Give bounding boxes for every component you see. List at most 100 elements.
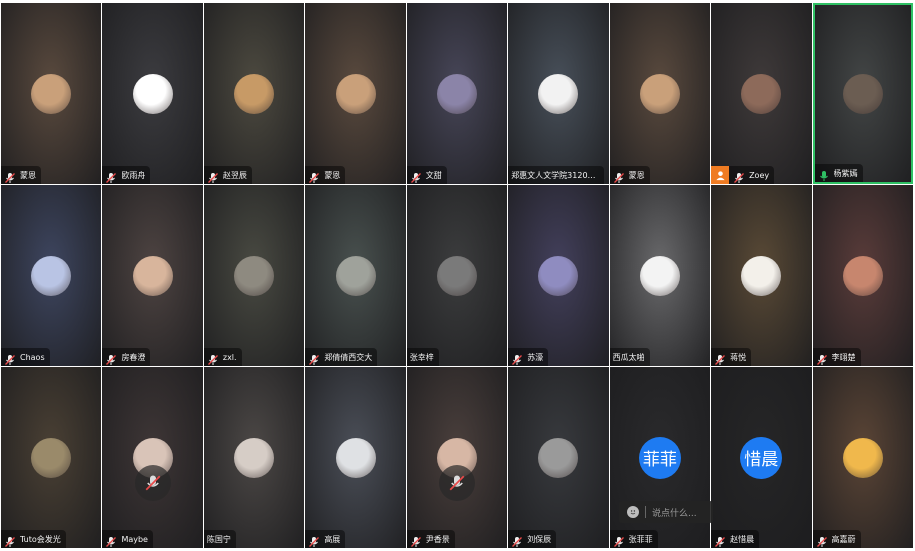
- text-avatar: 惜晨: [740, 436, 783, 479]
- avatar: [335, 437, 376, 478]
- participant-tile[interactable]: 蒋悦: [711, 185, 812, 366]
- avatar: [538, 255, 579, 296]
- participant-name: 西瓜太啪: [612, 352, 645, 362]
- participant-tile[interactable]: 李翊楚: [812, 185, 913, 366]
- participant-name: 郑倩倩西交大: [324, 352, 373, 362]
- participant-tile[interactable]: 郑惠文人文学院312031...: [508, 3, 609, 184]
- participant-tile[interactable]: 蒙恩: [1, 3, 102, 184]
- participant-tile[interactable]: 欧雨舟: [102, 3, 203, 184]
- mic-muted-icon: [308, 169, 320, 183]
- participant-tile[interactable]: 惜晨赵惜晨: [711, 367, 812, 548]
- participant-tile[interactable]: 蒙恩: [609, 3, 711, 184]
- participant-name: 张菲菲: [628, 534, 653, 544]
- avatar: [234, 73, 275, 114]
- participant-tile[interactable]: 刘保辰: [508, 367, 609, 548]
- participant-name: 高嘉蔚: [831, 534, 856, 544]
- participant-tile[interactable]: 高展: [305, 367, 406, 548]
- participant-name: 张幸梓: [409, 352, 434, 362]
- participant-name: Chaos: [20, 352, 45, 362]
- participant-tile[interactable]: 赵翌辰: [203, 3, 305, 184]
- avatar: [842, 73, 883, 114]
- chat-divider: [645, 506, 646, 518]
- mic-muted-icon: [816, 351, 828, 365]
- mic-muted-icon: [308, 351, 320, 365]
- participant-tile[interactable]: Chaos: [1, 185, 102, 366]
- participant-tile[interactable]: 陈国宁: [203, 367, 305, 548]
- chat-input[interactable]: 说点什么...: [619, 501, 713, 523]
- participant-nameplate: 杨紫嫣: [814, 164, 863, 182]
- avatar: [639, 73, 680, 114]
- mic-muted-icon: [714, 351, 726, 365]
- participant-name: 蒙恩: [324, 170, 341, 180]
- avatar: [436, 73, 477, 114]
- participant-name: 蒙恩: [628, 170, 645, 180]
- participant-tile[interactable]: 杨紫嫣: [812, 3, 913, 184]
- participant-tile[interactable]: 文甜: [406, 3, 508, 184]
- avatar: [842, 437, 883, 478]
- chat-placeholder: 说点什么...: [652, 508, 697, 519]
- participant-tile[interactable]: 西瓜太啪: [609, 185, 711, 366]
- participant-nameplate: 西瓜太啪: [609, 348, 650, 366]
- participant-name: 蒋悦: [730, 352, 747, 362]
- participant-tile[interactable]: 蒙恩: [305, 3, 406, 184]
- text-avatar: 菲菲: [638, 436, 681, 479]
- avatar: [31, 73, 72, 114]
- participant-name: 苏濠: [527, 352, 544, 362]
- participant-tile[interactable]: 张幸梓: [406, 185, 508, 366]
- avatar: [335, 255, 376, 296]
- emoji-icon[interactable]: [627, 506, 639, 518]
- participant-nameplate: 蒙恩: [305, 166, 346, 184]
- participant-tile[interactable]: Tuto会发光: [1, 367, 102, 548]
- participant-tile[interactable]: Zoey: [711, 3, 812, 184]
- participant-name: 陈国宁: [206, 534, 231, 544]
- participant-name: 刘保辰: [527, 534, 552, 544]
- participant-tile[interactable]: zxl.: [203, 185, 305, 366]
- mic-muted-icon: [4, 169, 16, 183]
- host-user-icon: [711, 166, 730, 184]
- participant-nameplate: 蒙恩: [609, 166, 650, 184]
- avatar: [31, 437, 72, 478]
- participant-nameplate: 赵惜晨: [711, 530, 760, 548]
- participant-tile[interactable]: 房春澄: [102, 185, 203, 366]
- mic-muted-icon: [410, 169, 422, 183]
- muted-mic-icon: [134, 465, 171, 501]
- participant-name: 李翊楚: [831, 352, 856, 362]
- participant-nameplate: 高展: [305, 530, 346, 548]
- mic-muted-icon: [714, 533, 726, 547]
- mic-muted-icon: [308, 533, 320, 547]
- avatar: [639, 255, 680, 296]
- mic-muted-icon: [105, 533, 117, 547]
- participant-name: zxl.: [222, 352, 237, 362]
- participant-tile[interactable]: 尹香景: [406, 367, 508, 548]
- participant-name: 高展: [324, 534, 341, 544]
- avatar: [335, 73, 376, 114]
- avatar: [741, 73, 782, 114]
- participant-nameplate: Tuto会发光: [1, 530, 66, 548]
- participant-nameplate: 尹香景: [406, 530, 455, 548]
- participant-tile[interactable]: 高嘉蔚: [812, 367, 913, 548]
- participant-name: 尹香景: [425, 534, 450, 544]
- participant-nameplate: zxl.: [203, 348, 242, 366]
- mic-muted-icon: [511, 533, 523, 547]
- participant-tile[interactable]: Maybe: [102, 367, 203, 548]
- mic-muted-icon: [207, 169, 219, 183]
- participant-nameplate: 张幸梓: [406, 348, 439, 366]
- participant-nameplate: Chaos: [1, 348, 50, 366]
- participant-name: 欧雨舟: [121, 170, 146, 180]
- participant-nameplate: 高嘉蔚: [812, 530, 861, 548]
- avatar: [538, 73, 579, 114]
- participant-name: Maybe: [121, 534, 148, 544]
- mic-muted-icon: [4, 351, 16, 365]
- avatar: [741, 255, 782, 296]
- avatar: [132, 255, 173, 296]
- mic-muted-icon: [613, 533, 625, 547]
- mic-muted-icon: [4, 533, 16, 547]
- participant-name: 杨紫嫣: [833, 168, 858, 178]
- participant-nameplate: 李翊楚: [812, 348, 861, 366]
- participant-nameplate: 房春澄: [102, 348, 151, 366]
- participant-name: 房春澄: [121, 352, 146, 362]
- participant-tile[interactable]: 苏濠: [508, 185, 609, 366]
- participant-tile[interactable]: 郑倩倩西交大: [305, 185, 406, 366]
- mic-muted-icon: [207, 351, 219, 365]
- mic-muted-icon: [511, 351, 523, 365]
